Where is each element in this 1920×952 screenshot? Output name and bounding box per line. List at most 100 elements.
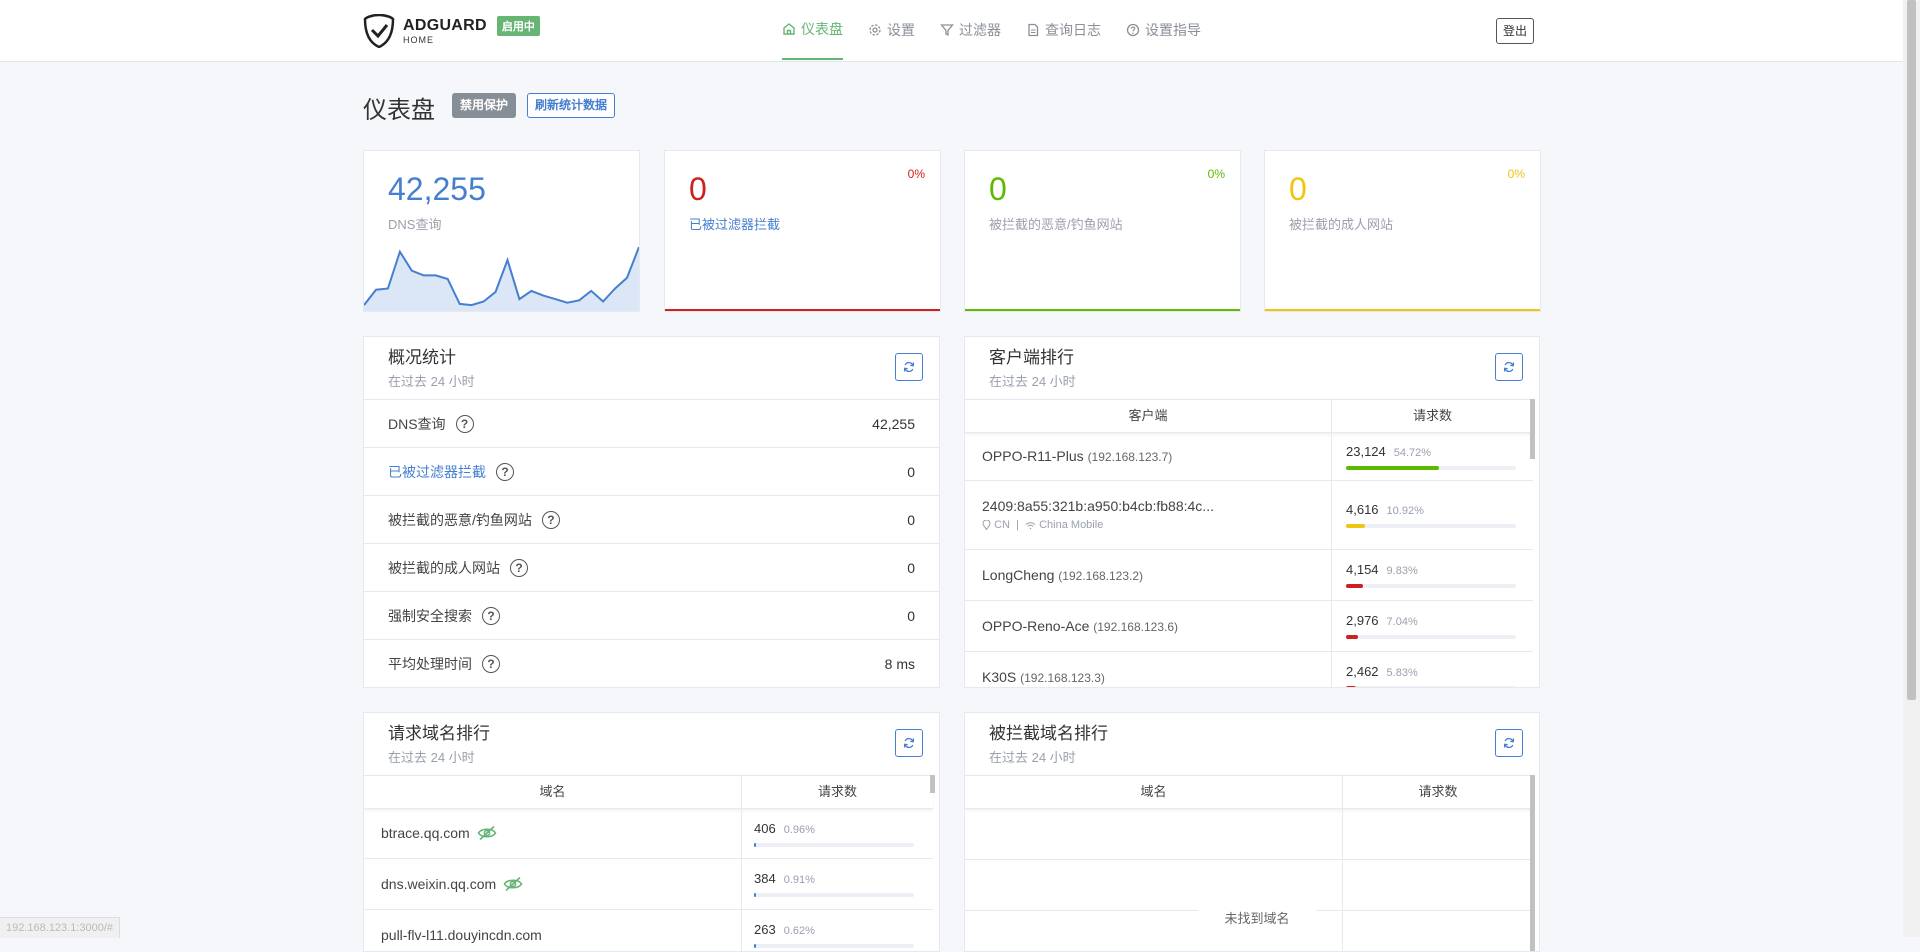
stat-label-link[interactable]: 已被过滤器拦截 bbox=[689, 214, 780, 233]
client-name: 2409:8a55:321b:a950:b4cb:fb88:4c... bbox=[982, 498, 1214, 514]
stat-value: 0 bbox=[1289, 171, 1307, 207]
help-icon[interactable]: ? bbox=[482, 607, 500, 625]
client-name: K30S bbox=[982, 668, 1017, 685]
column-header-domain[interactable]: 域名 bbox=[364, 776, 742, 808]
nav-filters-label: 过滤器 bbox=[959, 22, 1001, 38]
table-scrollbar[interactable] bbox=[930, 775, 935, 793]
help-icon[interactable]: ? bbox=[455, 415, 474, 433]
client-ip: (192.168.123.3) bbox=[1020, 670, 1105, 685]
percent-bar bbox=[754, 944, 914, 948]
table-header: 域名 请求数 bbox=[364, 775, 933, 809]
document-icon bbox=[1028, 23, 1039, 37]
help-icon[interactable]: ? bbox=[510, 559, 528, 577]
client-name: OPPO-Reno-Ace bbox=[982, 617, 1090, 634]
domain-name: pull-flv-l11.douyincdn.com bbox=[381, 926, 542, 943]
main-nav: 仪表盘 设置 过滤器 查询日志 设置指导 bbox=[782, 0, 1226, 61]
page-scrollbar-thumb[interactable] bbox=[1907, 0, 1916, 700]
nav-setup-guide[interactable]: 设置指导 bbox=[1126, 0, 1201, 60]
table-scrollbar[interactable] bbox=[1530, 399, 1535, 459]
nav-dashboard-label: 仪表盘 bbox=[801, 21, 843, 37]
table-row[interactable]: dns.weixin.qq.com 384 0.91% bbox=[364, 858, 933, 910]
column-header-requests[interactable]: 请求数 bbox=[742, 776, 933, 808]
stat-bottom-line bbox=[665, 309, 940, 311]
stat-bottom-line bbox=[1265, 309, 1540, 311]
nav-dashboard[interactable]: 仪表盘 bbox=[782, 0, 843, 60]
refresh-icon bbox=[1503, 737, 1515, 749]
request-count: 384 bbox=[754, 871, 776, 886]
domain-name: dns.weixin.qq.com bbox=[381, 875, 497, 892]
status-badge: 启用中 bbox=[496, 16, 540, 36]
eye-off-icon[interactable] bbox=[503, 876, 523, 892]
client-ip: (192.168.123.2) bbox=[1058, 568, 1144, 583]
table-row[interactable]: OPPO-R11-Plus (192.168.123.7) 23,124 54.7… bbox=[965, 432, 1533, 481]
overview-value: 0 bbox=[907, 608, 915, 624]
overview-row-dns-queries: DNS查询? 42,255 bbox=[364, 399, 939, 448]
nav-settings[interactable]: 设置 bbox=[868, 0, 915, 60]
table-row[interactable]: K30S (192.168.123.3) 2,462 5.83% bbox=[965, 651, 1533, 687]
percent-bar bbox=[754, 893, 914, 897]
stat-value: 42,255 bbox=[388, 171, 486, 207]
refresh-button[interactable] bbox=[1495, 353, 1523, 381]
refresh-button[interactable] bbox=[1495, 729, 1523, 757]
request-percent: 7.04% bbox=[1386, 616, 1418, 628]
request-count: 4,616 bbox=[1346, 502, 1379, 517]
percent-bar-fill bbox=[1346, 584, 1363, 588]
refresh-icon bbox=[1503, 361, 1515, 373]
table-row[interactable]: btrace.qq.com 406 0.96% bbox=[364, 808, 933, 859]
page-title: 仪表盘 bbox=[363, 97, 435, 124]
column-header-requests[interactable]: 请求数 bbox=[1332, 400, 1533, 432]
table-row[interactable]: pull-flv-l11.douyincdn.com 263 0.62% bbox=[364, 909, 933, 951]
nav-query-log[interactable]: 查询日志 bbox=[1026, 0, 1101, 60]
stat-percent: 0% bbox=[1507, 167, 1525, 181]
table-row[interactable]: OPPO-Reno-Ace (192.168.123.6) 2,976 7.04% bbox=[965, 600, 1533, 652]
request-count: 263 bbox=[754, 922, 776, 937]
stat-value: 0 bbox=[689, 171, 707, 207]
panel-subtitle: 在过去 24 小时 bbox=[388, 750, 475, 765]
help-icon[interactable]: ? bbox=[496, 463, 514, 481]
adguard-logo[interactable]: ADGUARD HOME 启用中 bbox=[363, 14, 540, 48]
refresh-stats-button[interactable]: 刷新统计数据 bbox=[527, 93, 616, 118]
home-icon bbox=[783, 23, 795, 35]
request-percent: 9.83% bbox=[1386, 565, 1418, 577]
domain-name: btrace.qq.com bbox=[381, 825, 470, 841]
table-scrollbar[interactable] bbox=[1530, 775, 1535, 951]
percent-bar bbox=[1346, 584, 1516, 588]
eye-off-icon[interactable] bbox=[477, 825, 497, 841]
disable-protection-button[interactable]: 禁用保护 bbox=[452, 93, 517, 118]
column-header-requests[interactable]: 请求数 bbox=[1343, 776, 1533, 808]
overview-value: 42,255 bbox=[872, 416, 915, 432]
column-header-client[interactable]: 客户端 bbox=[965, 400, 1332, 432]
status-url: 192.168.123.1:3000/# bbox=[0, 917, 121, 938]
overview-label: 被拦截的恶意/钓鱼网站 bbox=[388, 512, 532, 528]
request-percent: 54.72% bbox=[1393, 446, 1432, 459]
overview-value: 0 bbox=[907, 464, 915, 480]
refresh-button[interactable] bbox=[895, 729, 923, 757]
request-count: 2,462 bbox=[1346, 664, 1379, 679]
overview-label-link[interactable]: 已被过滤器拦截 bbox=[388, 462, 486, 482]
empty-row bbox=[965, 808, 1533, 860]
help-icon[interactable]: ? bbox=[482, 655, 500, 673]
stat-percent: 0% bbox=[1207, 167, 1225, 181]
location-pin-icon bbox=[982, 520, 991, 530]
percent-bar-fill bbox=[1346, 465, 1440, 470]
table-row[interactable]: LongCheng (192.168.123.2) 4,154 9.83% bbox=[965, 549, 1533, 601]
refresh-icon bbox=[903, 737, 915, 749]
client-isp: China Mobile bbox=[1039, 519, 1104, 531]
logout-button[interactable]: 登出 bbox=[1496, 18, 1535, 44]
request-percent: 10.92% bbox=[1386, 505, 1424, 517]
overview-label: DNS查询 bbox=[388, 416, 446, 432]
logo-subtitle: HOME bbox=[403, 34, 434, 45]
client-name: LongCheng bbox=[982, 566, 1055, 583]
help-icon[interactable]: ? bbox=[541, 511, 560, 529]
table-header: 客户端 请求数 bbox=[965, 399, 1533, 433]
overview-value: 8 ms bbox=[884, 656, 915, 672]
table-row[interactable]: 2409:8a55:321b:a950:b4cb:fb88:4c... CN |… bbox=[965, 480, 1533, 550]
nav-filters[interactable]: 过滤器 bbox=[940, 0, 1001, 60]
sparkline-area bbox=[364, 247, 639, 311]
panel-title: 被拦截域名排行 bbox=[989, 724, 1108, 743]
column-header-domain[interactable]: 域名 bbox=[965, 776, 1343, 808]
stat-card-malware-phishing: 0 被拦截的恶意/钓鱼网站 0% bbox=[964, 150, 1241, 312]
refresh-button[interactable] bbox=[895, 353, 923, 381]
top-header: ADGUARD HOME 启用中 仪表盘 设置 过滤器 查询日志 设置指导 登出 bbox=[0, 0, 1903, 62]
percent-bar-fill bbox=[1346, 635, 1358, 639]
